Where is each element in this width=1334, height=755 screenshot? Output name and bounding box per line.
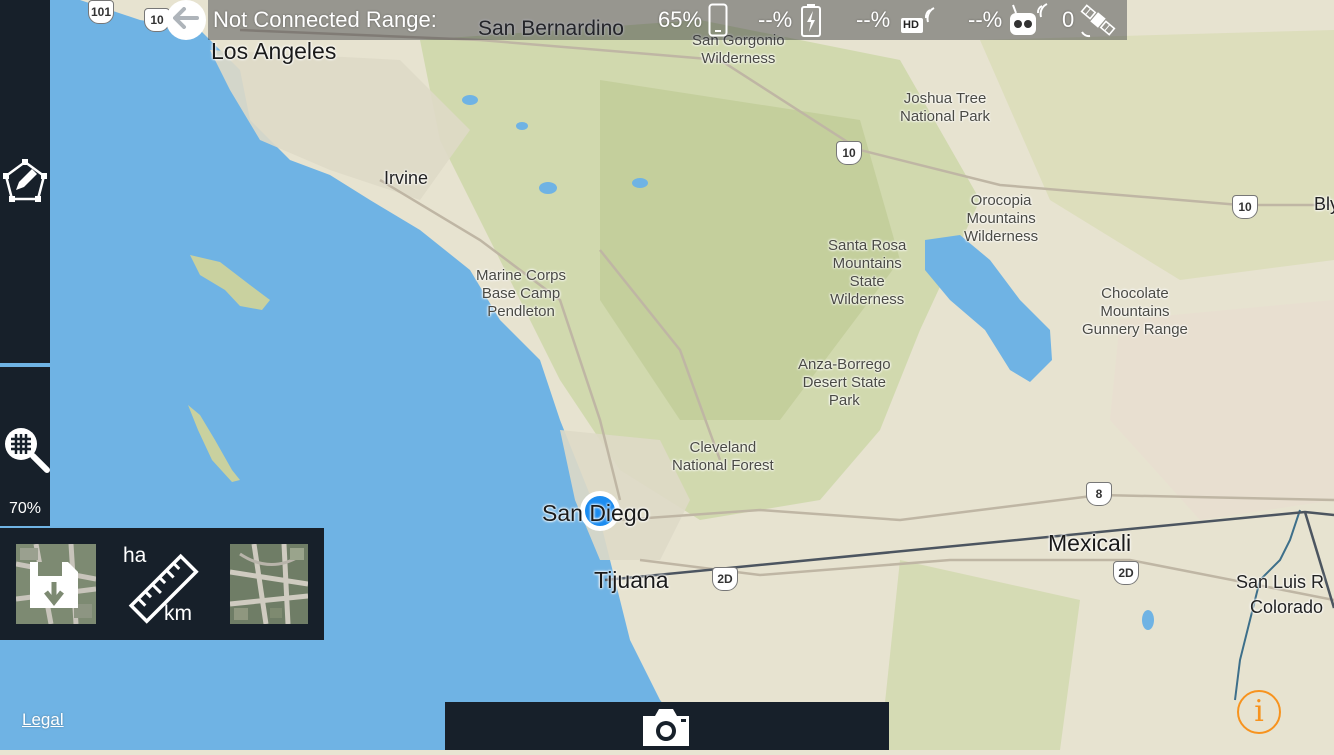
camera-bar bbox=[445, 702, 889, 750]
polygon-edit-icon[interactable] bbox=[2, 158, 48, 209]
region-label: Colorado bbox=[1250, 597, 1324, 617]
region-label: Bly bbox=[1314, 194, 1334, 214]
satellite-count: 0 bbox=[1062, 7, 1075, 32]
region-label: Joshua Tree National Park bbox=[900, 90, 991, 125]
city-label: Irvine bbox=[384, 168, 429, 188]
region-label: Anza-Borrego Desert State Park bbox=[798, 356, 891, 409]
camera-icon[interactable] bbox=[639, 706, 693, 753]
satellite-map-icon bbox=[230, 544, 308, 624]
phone-icon bbox=[708, 3, 728, 42]
rc-signal-value: --% bbox=[968, 7, 1003, 32]
zoom-percent-label: 70% bbox=[8, 500, 42, 517]
highway-shield: 8 bbox=[1086, 482, 1112, 506]
highway-shield: 10 bbox=[1232, 195, 1258, 219]
back-button[interactable] bbox=[166, 0, 206, 40]
satellite-view-button[interactable] bbox=[230, 544, 308, 624]
length-unit-label: km bbox=[164, 602, 192, 624]
city-label: San Diego bbox=[542, 500, 650, 526]
device-battery-value: 65% bbox=[658, 7, 703, 32]
region-label: Orocopia Mountains Wilderness bbox=[964, 192, 1039, 245]
remote-controller-icon bbox=[1008, 3, 1050, 42]
legal-link[interactable]: Legal bbox=[22, 710, 64, 730]
grid-zoom-icon[interactable] bbox=[2, 425, 50, 478]
area-unit-label: ha bbox=[123, 544, 147, 567]
connection-status-text: Not Connected Range: bbox=[213, 7, 437, 32]
highway-shield: 2D bbox=[1113, 561, 1139, 585]
map-tools-panel: ha km bbox=[0, 528, 324, 640]
highway-shield: 101 bbox=[88, 0, 114, 24]
city-label: Los Angeles bbox=[211, 38, 337, 64]
save-offline-map-icon bbox=[16, 544, 96, 624]
measure-units-button[interactable]: ha km bbox=[120, 544, 200, 624]
highway-shield: 10 bbox=[836, 141, 862, 165]
status-bar: Not Connected Range: 65% --% --% HD --% … bbox=[208, 0, 1127, 40]
region-label: Chocolate Mountains Gunnery Range bbox=[1082, 285, 1188, 338]
save-offline-map-button[interactable] bbox=[16, 544, 96, 624]
region-label: Santa Rosa Mountains State Wilderness bbox=[828, 237, 907, 308]
satellite-icon bbox=[1078, 2, 1118, 43]
sidebar-top-panel bbox=[0, 0, 50, 363]
hd-signal-icon: HD bbox=[900, 6, 936, 41]
highway-shield: 2D bbox=[712, 567, 738, 591]
back-arrow-icon bbox=[173, 6, 199, 34]
hd-signal-value: --% bbox=[856, 7, 891, 32]
region-label: Marine Corps Base Camp Pendleton bbox=[476, 267, 567, 320]
hd-badge: HD bbox=[903, 19, 919, 31]
city-label: Mexicali bbox=[1048, 530, 1132, 556]
drone-battery-value: --% bbox=[758, 7, 793, 32]
city-label: Tijuana bbox=[594, 567, 669, 593]
region-label: San Luis R bbox=[1236, 572, 1325, 592]
region-label: Cleveland National Forest bbox=[672, 439, 774, 474]
info-icon[interactable]: i bbox=[1237, 690, 1281, 734]
battery-icon bbox=[800, 3, 822, 42]
